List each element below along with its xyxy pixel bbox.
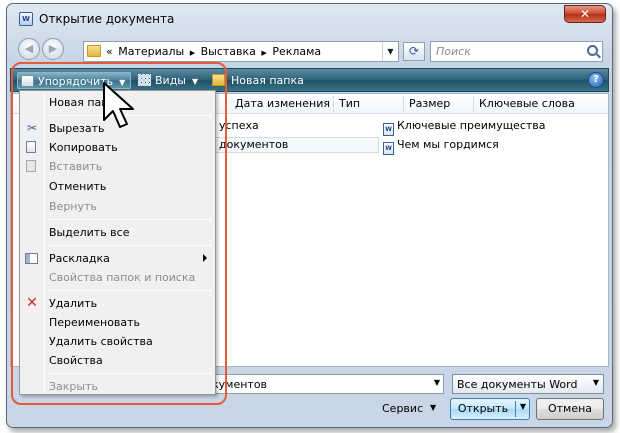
chevron-down-icon[interactable]: ▼	[434, 378, 440, 387]
file-name: Чем мы гордимся	[397, 138, 499, 151]
column-divider[interactable]	[403, 96, 404, 112]
column-header-type[interactable]: Тип	[339, 97, 360, 110]
chevron-down-icon[interactable]: ▼	[382, 42, 398, 61]
column-header-keywords[interactable]: Ключевые слова	[479, 97, 575, 110]
filetype-select[interactable]: Все документы Word ▼	[452, 374, 604, 394]
breadcrumb-item-materials[interactable]: Материалы	[118, 45, 184, 58]
search-icon[interactable]	[587, 45, 598, 56]
column-divider[interactable]	[333, 96, 334, 112]
navigation-bar: ◀ ▶ « Материалы ▶ Выставка ▶ Реклама ▼ ⟳…	[7, 36, 612, 64]
word-document-icon: W	[383, 123, 394, 136]
breadcrumb-separator[interactable]: ▶	[261, 49, 266, 57]
new-folder-label: Новая папка	[231, 74, 304, 87]
chevron-down-icon[interactable]: ▼	[430, 403, 436, 412]
open-button[interactable]: Открыть ▼	[450, 398, 530, 420]
folder-icon	[87, 45, 101, 57]
chevron-down-icon: ▼	[592, 378, 599, 387]
open-label: Открыть	[457, 402, 509, 415]
breadcrumb-separator[interactable]: ▶	[190, 49, 195, 57]
word-app-icon: W	[19, 12, 33, 26]
cancel-button[interactable]: Отмена	[536, 398, 604, 420]
filetype-value: Все документы Word	[457, 378, 578, 391]
chevron-down-icon[interactable]: ▼	[520, 402, 526, 411]
filename-field[interactable]: кументов ▼	[208, 374, 444, 394]
service-menu-button[interactable]: Сервис	[382, 402, 423, 415]
search-placeholder: Поиск	[436, 45, 471, 58]
address-bar[interactable]: « Материалы ▶ Выставка ▶ Реклама ▼	[83, 41, 399, 62]
mouse-cursor-icon	[103, 82, 134, 128]
column-divider[interactable]	[473, 96, 474, 112]
close-button[interactable]: ✕	[564, 5, 606, 23]
file-item[interactable]: W Чем мы гордимся	[383, 138, 499, 155]
breadcrumb-overflow[interactable]: «	[106, 45, 113, 58]
breadcrumb-item-advertising[interactable]: Реклама	[272, 45, 321, 58]
search-input[interactable]: Поиск	[430, 41, 603, 62]
split-divider	[515, 401, 516, 417]
help-icon[interactable]: ?	[588, 72, 604, 88]
file-name: документов	[219, 138, 289, 151]
back-button[interactable]: ◀	[18, 38, 40, 60]
breadcrumb-item-exhibition[interactable]: Выставка	[201, 45, 256, 58]
refresh-icon: ⟳	[408, 44, 420, 58]
column-header-date[interactable]: Дата изменения	[235, 97, 330, 110]
word-document-icon: W	[383, 142, 394, 155]
forward-button[interactable]: ▶	[42, 38, 64, 60]
column-header-size[interactable]: Размер	[409, 97, 450, 110]
title-bar: W Открытие документа ✕	[7, 4, 612, 32]
file-item[interactable]: W Ключевые преимущества	[383, 119, 546, 136]
refresh-button[interactable]: ⟳	[403, 42, 425, 61]
file-name: Ключевые преимущества	[397, 119, 546, 132]
file-item[interactable]: документов	[219, 138, 288, 151]
breadcrumb: « Материалы ▶ Выставка ▶ Реклама	[106, 45, 323, 58]
dialog-title: Открытие документа	[39, 12, 175, 26]
